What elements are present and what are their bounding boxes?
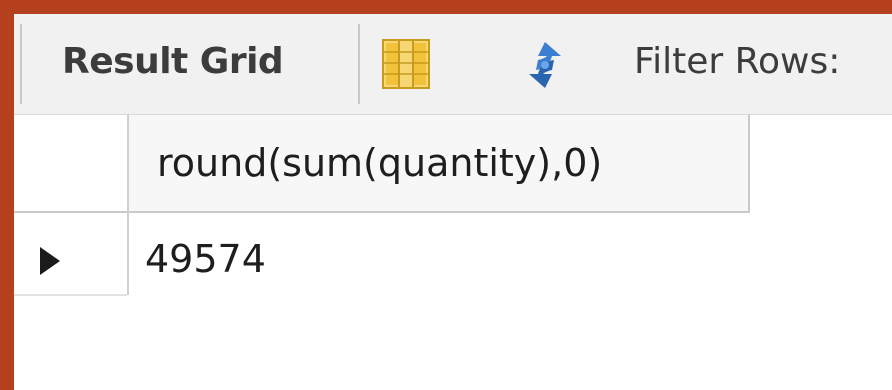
result-grid-tab[interactable]: Result Grid xyxy=(62,41,284,82)
result-panel: Result Grid Filter Rows: round(sum(quant… xyxy=(14,14,892,390)
filter-rows-label: Filter Rows: xyxy=(634,41,841,82)
current-row-arrow-icon xyxy=(40,247,60,275)
column-header-label: round(sum(quantity),0) xyxy=(157,141,603,185)
grid-cell[interactable]: 49574 xyxy=(145,237,266,281)
toolbar-separator xyxy=(358,24,360,104)
toolbar-separator xyxy=(20,24,22,104)
row-divider xyxy=(14,294,127,296)
row-marker-column xyxy=(14,115,129,295)
column-header[interactable]: round(sum(quantity),0) xyxy=(129,115,750,213)
result-toolbar: Result Grid Filter Rows: xyxy=(14,14,892,115)
refresh-arrows-icon[interactable] xyxy=(516,36,574,94)
grid-columns-icon[interactable] xyxy=(382,39,430,89)
